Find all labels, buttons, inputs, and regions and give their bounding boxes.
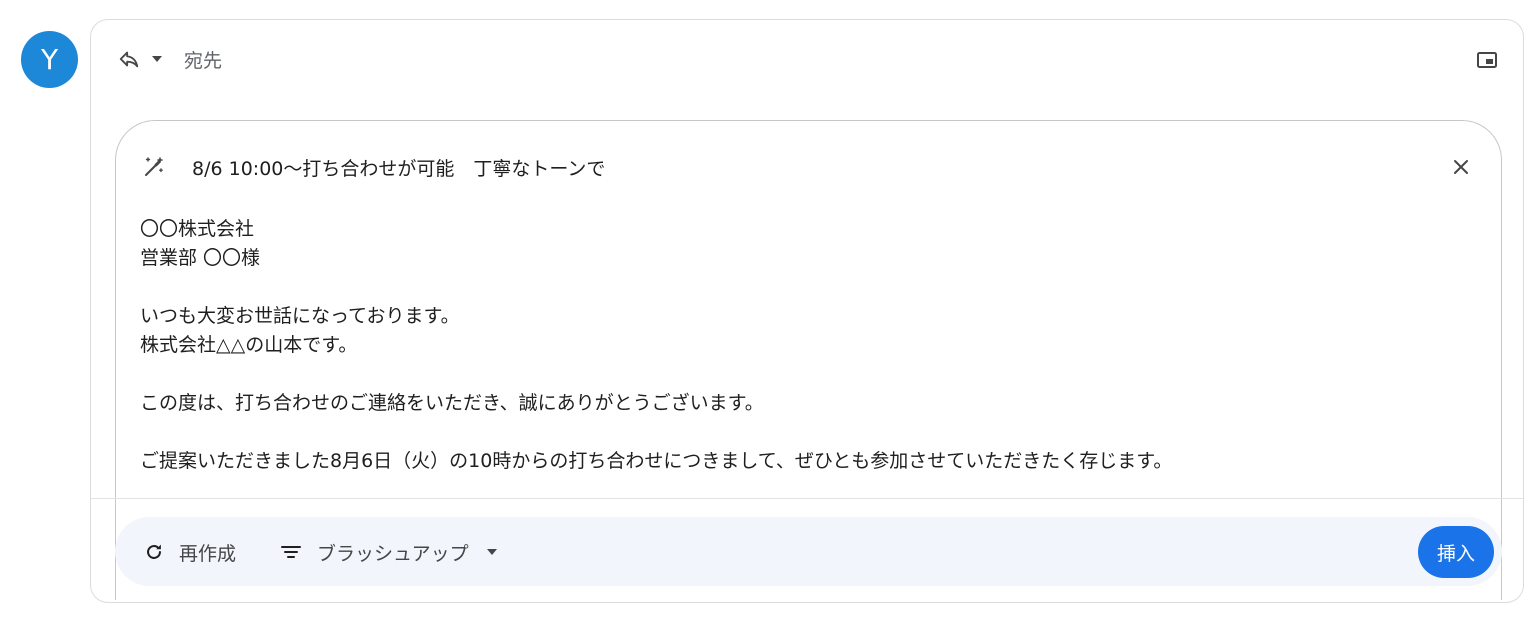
avatar: Y bbox=[21, 31, 78, 88]
draft-line bbox=[140, 418, 1172, 447]
chevron-down-icon bbox=[486, 549, 497, 555]
to-field-label[interactable]: 宛先 bbox=[184, 46, 222, 73]
ai-draft-body: 〇〇株式会社 営業部 〇〇様 いつも大変お世話になっております。 株式会社△△の… bbox=[140, 215, 1172, 476]
draft-line: 営業部 〇〇様 bbox=[140, 247, 261, 269]
draft-line bbox=[140, 273, 1172, 302]
popout-icon[interactable] bbox=[1475, 48, 1499, 72]
ai-prompt-text: 8/6 10:00〜打ち合わせが可能 丁寧なトーンで bbox=[192, 158, 606, 180]
draft-line: ご提案いただきました8月6日（火）の10時からの打ち合わせにつきまして、ぜひとも… bbox=[140, 450, 1173, 472]
regenerate-label: 再作成 bbox=[179, 542, 237, 565]
draft-line: いつも大変お世話になっております。 bbox=[140, 305, 460, 327]
filter-lines-icon bbox=[281, 546, 301, 558]
refine-label: ブラッシュアップ bbox=[317, 542, 469, 565]
ai-toolbar: 再作成 ブラッシュアップ 挿入 bbox=[115, 517, 1502, 586]
chevron-down-icon[interactable] bbox=[152, 55, 162, 63]
draft-line: 〇〇株式会社 bbox=[140, 218, 255, 240]
refine-button[interactable]: ブラッシュアップ bbox=[279, 535, 497, 569]
draft-line: この度は、打ち合わせのご連絡をいただき、誠にありがとうございます。 bbox=[140, 392, 764, 414]
regenerate-button[interactable]: 再作成 bbox=[143, 535, 236, 569]
reply-compose: 宛先 8/6 10:00〜打ち合わせが可能 丁寧なトーンで 〇〇株式会社 営業部… bbox=[90, 19, 1524, 603]
close-icon[interactable] bbox=[1451, 157, 1471, 177]
refresh-icon bbox=[147, 544, 161, 559]
draft-line bbox=[140, 360, 1172, 389]
insert-button[interactable]: 挿入 bbox=[1418, 526, 1494, 578]
toolbar-divider bbox=[91, 498, 1523, 499]
reply-icon[interactable] bbox=[118, 48, 140, 70]
draft-line: 株式会社△△の山本です。 bbox=[140, 334, 358, 356]
magic-wand-icon bbox=[145, 157, 163, 176]
